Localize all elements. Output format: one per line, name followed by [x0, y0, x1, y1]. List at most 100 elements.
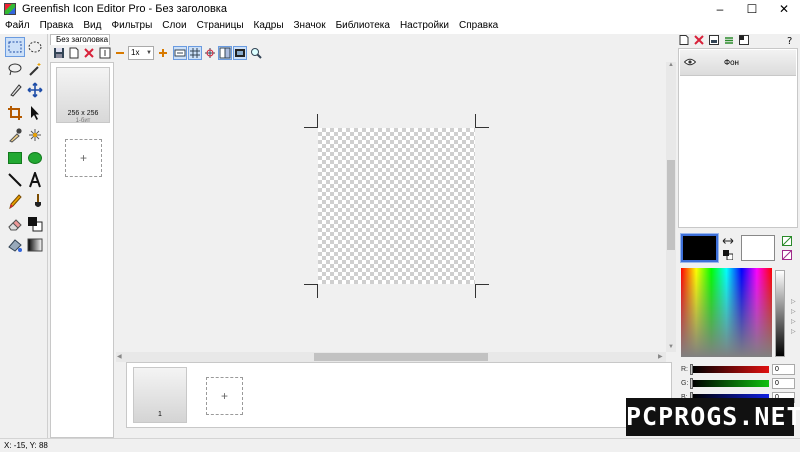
menu-settings[interactable]: Настройки: [395, 18, 454, 34]
frames-panel: 1 +: [126, 362, 672, 428]
format-size: 256 x 256: [67, 110, 99, 117]
fit-width-icon[interactable]: [173, 46, 187, 60]
grid-icon[interactable]: [188, 46, 202, 60]
plus-icon: +: [220, 389, 228, 403]
menu-edit[interactable]: Правка: [35, 18, 79, 34]
rectangle-tool-icon[interactable]: [5, 148, 25, 168]
scroll-left-icon[interactable]: ◀: [117, 353, 122, 360]
zoom-select[interactable]: 1x ▼: [128, 46, 154, 60]
menu-icon[interactable]: Значок: [289, 18, 331, 34]
horizontal-scrollbar[interactable]: ◀ ▶: [116, 352, 666, 362]
scroll-right-icon[interactable]: ▶: [658, 353, 663, 360]
new-page-icon[interactable]: [67, 46, 81, 60]
ellipse-tool-icon[interactable]: [25, 148, 45, 168]
pointer-tool-icon[interactable]: [25, 103, 45, 123]
add-format-button[interactable]: +: [65, 139, 102, 177]
swap-colors-icon[interactable]: [722, 236, 734, 246]
menu-layers[interactable]: Слои: [157, 18, 191, 34]
document-tab[interactable]: Без заголовка: [50, 34, 110, 45]
color-replace-icon[interactable]: [25, 214, 45, 234]
lightness-marker-icon: ▷: [791, 319, 796, 325]
canvas-corner-mark: [304, 284, 318, 298]
frame-number: 1: [158, 411, 162, 418]
primary-color-swatch[interactable]: [680, 233, 719, 263]
transparent-primary-icon[interactable]: [782, 236, 792, 246]
pen-select-tool-icon[interactable]: [5, 80, 25, 100]
red-value-input[interactable]: 0: [772, 364, 795, 375]
vertical-scroll-thumb[interactable]: [667, 160, 675, 250]
fill-tool-icon[interactable]: [5, 235, 25, 255]
magic-wand-icon[interactable]: [25, 59, 45, 79]
image-canvas[interactable]: [318, 128, 475, 284]
frame-item[interactable]: 1: [133, 367, 187, 423]
text-tool-icon[interactable]: [25, 170, 45, 190]
help-icon[interactable]: ?: [784, 34, 796, 46]
lightness-slider[interactable]: [775, 270, 785, 357]
delete-icon[interactable]: [82, 46, 96, 60]
document-toolbar: 1x ▼: [50, 45, 676, 62]
save-icon[interactable]: [52, 46, 66, 60]
minimize-button[interactable]: –: [704, 0, 736, 18]
crop-tool-icon[interactable]: [5, 103, 25, 123]
scroll-down-icon[interactable]: ▼: [668, 344, 674, 350]
merge-layers-icon[interactable]: [723, 34, 735, 46]
eyedropper-icon[interactable]: [5, 125, 25, 145]
svg-text:?: ?: [787, 36, 792, 45]
line-tool-icon[interactable]: [5, 170, 25, 190]
layer-toolbar: ?: [676, 34, 800, 46]
menu-pages[interactable]: Страницы: [192, 18, 249, 34]
red-slider-thumb[interactable]: [690, 364, 693, 375]
sparkle-tool-icon[interactable]: [25, 125, 45, 145]
brush-icon[interactable]: [25, 191, 45, 211]
layer-properties-icon[interactable]: [708, 34, 720, 46]
transparent-secondary-icon[interactable]: [782, 250, 792, 260]
green-value-input[interactable]: 0: [772, 378, 795, 389]
menu-file[interactable]: Файл: [0, 18, 35, 34]
new-layer-icon[interactable]: [678, 34, 690, 46]
secondary-color-swatch[interactable]: [741, 235, 775, 261]
app-window: Greenfish Icon Editor Pro - Без заголовк…: [0, 0, 800, 452]
maximize-button[interactable]: ☐: [736, 0, 768, 18]
lightness-marker-icon: ▷: [791, 329, 796, 335]
eraser-icon[interactable]: [5, 214, 25, 234]
vertical-scrollbar[interactable]: ▲ ▼: [666, 62, 676, 352]
menu-frames[interactable]: Кадры: [249, 18, 289, 34]
format-item[interactable]: 256 x 256 1-бит: [56, 67, 110, 124]
menu-view[interactable]: Вид: [78, 18, 106, 34]
zoom-in-icon[interactable]: [156, 46, 170, 60]
menu-help[interactable]: Справка: [454, 18, 503, 34]
color-spectrum[interactable]: [681, 268, 772, 357]
gradient-tool-icon[interactable]: [25, 235, 45, 255]
ellipse-select-tool-icon[interactable]: [25, 37, 45, 57]
pencil-icon[interactable]: [5, 191, 25, 211]
eye-icon[interactable]: [684, 58, 696, 66]
lightness-marker-icon: ▷: [791, 299, 796, 305]
menu-filters[interactable]: Фильтры: [106, 18, 157, 34]
page-info-icon[interactable]: [98, 46, 112, 60]
move-tool-icon[interactable]: [25, 80, 45, 100]
horizontal-scroll-thumb[interactable]: [314, 353, 488, 361]
red-slider[interactable]: [693, 366, 769, 373]
green-slider[interactable]: [693, 380, 769, 387]
film-icon[interactable]: [233, 46, 247, 60]
zoom-out-icon[interactable]: [113, 46, 127, 60]
layer-name: Фон: [724, 58, 739, 67]
layer-flatten-icon[interactable]: [738, 34, 750, 46]
layer-item[interactable]: Фон: [680, 50, 796, 76]
delete-layer-icon[interactable]: [693, 34, 705, 46]
add-frame-button[interactable]: +: [206, 377, 243, 415]
crosshair-icon[interactable]: [203, 46, 217, 60]
status-bar: X: -15, Y: 88: [0, 438, 800, 452]
rect-select-tool-icon[interactable]: [5, 37, 25, 57]
cursor-coordinates: X: -15, Y: 88: [4, 441, 48, 450]
lasso-tool-icon[interactable]: [5, 59, 25, 79]
menu-library[interactable]: Библиотека: [331, 18, 395, 34]
scroll-up-icon[interactable]: ▲: [668, 62, 674, 68]
magnifier-icon[interactable]: [249, 46, 263, 60]
green-slider-thumb[interactable]: [690, 378, 693, 389]
window-title: Greenfish Icon Editor Pro - Без заголовк…: [22, 3, 227, 15]
green-label: G:: [681, 380, 689, 387]
close-button[interactable]: ✕: [768, 0, 800, 18]
tile-icon[interactable]: [218, 46, 232, 60]
reset-colors-icon[interactable]: [723, 250, 733, 260]
